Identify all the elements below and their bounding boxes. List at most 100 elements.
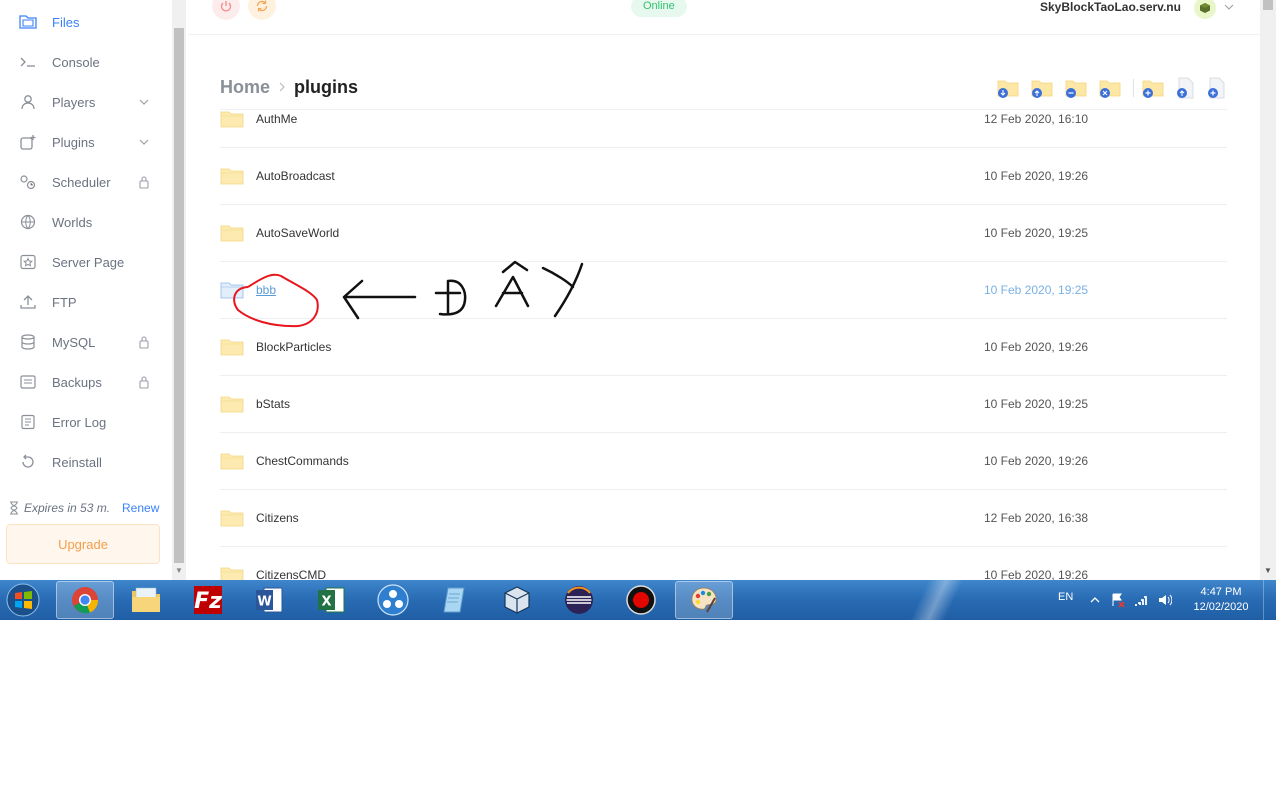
sidebar-scroll-down-arrow[interactable]: ▼ bbox=[172, 566, 186, 578]
file-name[interactable]: Citizens bbox=[256, 511, 299, 525]
sidebar-item-label: Worlds bbox=[52, 215, 93, 230]
sidebar-item-plugins[interactable]: Plugins bbox=[0, 122, 170, 162]
taskbar-virtualbox[interactable] bbox=[488, 581, 546, 619]
sidebar-item-reinstall[interactable]: Reinstall bbox=[0, 442, 170, 482]
globe-icon bbox=[20, 214, 36, 230]
upgrade-button[interactable]: Upgrade bbox=[6, 524, 160, 564]
file-name[interactable]: bbb bbox=[256, 283, 276, 297]
clock-date: 12/02/2020 bbox=[1193, 601, 1249, 613]
main-scrollbar[interactable] bbox=[1260, 0, 1276, 580]
language-indicator[interactable]: EN bbox=[1058, 591, 1073, 603]
word-icon: W bbox=[256, 587, 283, 613]
file-name[interactable]: AuthMe bbox=[256, 112, 297, 126]
sidebar-item-label: Plugins bbox=[52, 135, 95, 150]
file-name[interactable]: bStats bbox=[256, 397, 290, 411]
lock-icon bbox=[139, 176, 149, 189]
filezilla-icon: Fz bbox=[194, 586, 222, 614]
taskbar-notepad[interactable] bbox=[426, 581, 484, 619]
folder-icon bbox=[220, 396, 244, 413]
power-button[interactable] bbox=[212, 0, 240, 20]
chevron-down-icon[interactable] bbox=[1224, 2, 1234, 12]
plugin-icon bbox=[20, 135, 36, 150]
app-circles-icon bbox=[377, 584, 409, 616]
record-icon bbox=[626, 585, 656, 615]
sidebar-item-console[interactable]: Console bbox=[0, 42, 170, 82]
minecraft-block-icon bbox=[1200, 3, 1210, 13]
sidebar-item-scheduler[interactable]: Scheduler bbox=[0, 162, 170, 202]
sidebar-item-label: Server Page bbox=[52, 255, 125, 270]
clock-time: 4:47 PM bbox=[1200, 586, 1242, 598]
sidebar-item-label: Scheduler bbox=[52, 175, 111, 190]
sidebar-item-files[interactable]: Files bbox=[0, 2, 170, 42]
server-name[interactable]: SkyBlockTaoLao.serv.nu bbox=[1040, 0, 1181, 14]
file-name[interactable]: ChestCommands bbox=[256, 454, 349, 468]
sidebar-item-mysql[interactable]: MySQL bbox=[0, 322, 170, 362]
sidebar-item-worlds[interactable]: Worlds bbox=[0, 202, 170, 242]
file-row[interactable]: ChestCommands 10 Feb 2020, 19:26 bbox=[220, 433, 1227, 490]
folder-icon bbox=[220, 567, 244, 580]
file-date: 10 Feb 2020, 19:26 bbox=[984, 169, 1089, 183]
folder-icon bbox=[220, 510, 244, 527]
sidebar-item-ftp[interactable]: FTP bbox=[0, 282, 170, 322]
folder-icon bbox=[220, 453, 244, 470]
sidebar-item-label: Reinstall bbox=[52, 455, 102, 470]
chevron-down-icon[interactable] bbox=[138, 96, 150, 108]
sidebar-item-label: Backups bbox=[52, 375, 102, 390]
file-date: 10 Feb 2020, 19:26 bbox=[984, 340, 1089, 354]
file-row[interactable]: AutoBroadcast 10 Feb 2020, 19:26 bbox=[220, 148, 1227, 205]
sidebar-item-label: Files bbox=[52, 15, 80, 30]
volume-icon[interactable] bbox=[1158, 592, 1172, 608]
main-scroll-down-arrow[interactable]: ▼ bbox=[1262, 566, 1274, 578]
renew-link[interactable]: Renew bbox=[122, 501, 159, 515]
clock[interactable]: 4:47 PM 12/02/2020 bbox=[1183, 585, 1259, 615]
backup-icon bbox=[20, 375, 36, 389]
taskbar-excel[interactable]: X bbox=[302, 581, 360, 619]
file-date: 10 Feb 2020, 19:25 bbox=[984, 226, 1089, 240]
sidebar-item-error-log[interactable]: Error Log bbox=[0, 402, 170, 442]
sidebar-item-players[interactable]: Players bbox=[0, 82, 170, 122]
tray-expand-icon[interactable] bbox=[1088, 592, 1102, 608]
chevron-down-icon[interactable] bbox=[138, 136, 150, 148]
sidebar-item-label: FTP bbox=[52, 295, 77, 310]
file-date: 10 Feb 2020, 19:26 bbox=[984, 568, 1089, 580]
reinstall-icon bbox=[22, 454, 34, 468]
taskbar-filezilla[interactable]: Fz bbox=[179, 581, 237, 619]
status-badge: Online bbox=[631, 0, 687, 17]
file-row-hovered[interactable]: bbb 10 Feb 2020, 19:25 bbox=[220, 262, 1227, 319]
sidebar-scrollbar-thumb[interactable] bbox=[174, 28, 184, 563]
file-row[interactable]: BlockParticles 10 Feb 2020, 19:26 bbox=[220, 319, 1227, 376]
taskbar-app-circles[interactable] bbox=[364, 581, 422, 619]
file-row[interactable]: AutoSaveWorld 10 Feb 2020, 19:25 bbox=[220, 205, 1227, 262]
folder-icon bbox=[220, 339, 244, 356]
file-name[interactable]: AutoSaveWorld bbox=[256, 226, 339, 240]
taskbar-eclipse[interactable] bbox=[550, 581, 608, 619]
file-row[interactable]: Citizens 12 Feb 2020, 16:38 bbox=[220, 490, 1227, 547]
sidebar-item-label: Error Log bbox=[52, 415, 107, 430]
restart-icon bbox=[256, 0, 268, 12]
file-row[interactable]: AuthMe 12 Feb 2020, 16:10 bbox=[220, 91, 1227, 148]
main-scrollbar-thumb[interactable] bbox=[1263, 0, 1273, 10]
network-icon[interactable] bbox=[1134, 592, 1148, 608]
taskbar-paint[interactable] bbox=[675, 581, 733, 619]
start-button[interactable] bbox=[2, 580, 44, 620]
virtualbox-icon bbox=[504, 586, 530, 614]
file-row[interactable]: bStats 10 Feb 2020, 19:25 bbox=[220, 376, 1227, 433]
expiry-text: Expires in 53 m. bbox=[24, 501, 111, 515]
taskbar-explorer[interactable] bbox=[117, 581, 175, 619]
restart-button[interactable] bbox=[248, 0, 276, 20]
svg-text:W: W bbox=[257, 595, 271, 610]
file-row[interactable]: CitizensCMD 10 Feb 2020, 19:26 bbox=[220, 547, 1227, 580]
file-name[interactable]: BlockParticles bbox=[256, 340, 331, 354]
taskbar-word[interactable]: W bbox=[240, 581, 298, 619]
file-name[interactable]: CitizensCMD bbox=[256, 568, 326, 580]
upload-icon bbox=[20, 295, 36, 309]
sidebar-item-server-page[interactable]: Server Page bbox=[0, 242, 170, 282]
sidebar-item-backups[interactable]: Backups bbox=[0, 362, 170, 402]
show-desktop-button[interactable] bbox=[1263, 580, 1276, 620]
file-name[interactable]: AutoBroadcast bbox=[256, 169, 335, 183]
taskbar-chrome[interactable] bbox=[56, 581, 114, 619]
sidebar-item-label: Console bbox=[52, 55, 100, 70]
action-center-icon[interactable] bbox=[1111, 592, 1125, 608]
server-avatar[interactable] bbox=[1194, 0, 1216, 19]
taskbar-recorder[interactable] bbox=[612, 581, 670, 619]
